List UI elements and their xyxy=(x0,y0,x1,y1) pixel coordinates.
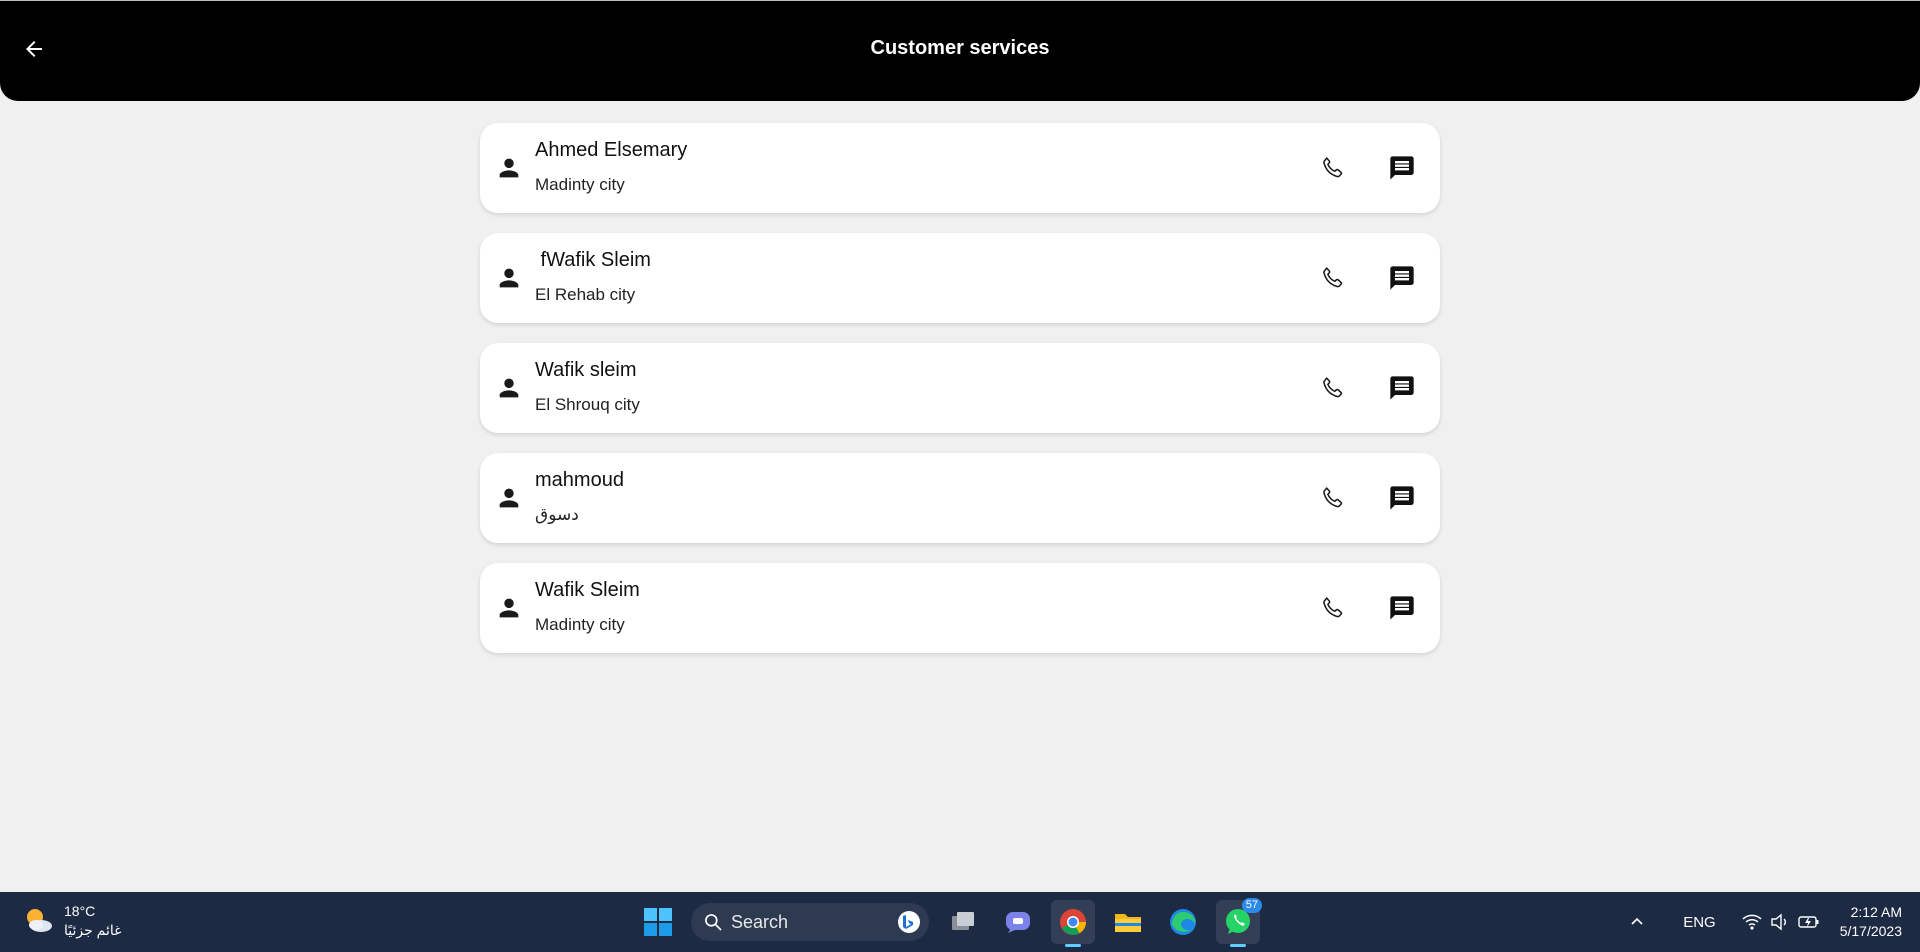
person-icon xyxy=(499,158,519,178)
chrome-icon xyxy=(1060,909,1087,935)
search-label: Search xyxy=(731,911,789,932)
call-button[interactable] xyxy=(1315,590,1351,626)
whatsapp-app[interactable]: 57 xyxy=(1216,898,1262,947)
clock-time: 2:12 AM xyxy=(1850,904,1902,920)
weather-widget[interactable]: 18°C غائم جزئيًا xyxy=(22,902,121,940)
customer-city: El Rehab city xyxy=(535,285,636,304)
customer-card: Wafik sleim El Shrouq city xyxy=(480,343,1440,433)
customer-name: Wafik Sleim xyxy=(535,579,640,601)
windows-taskbar: 18°C غائم جزئيًا Search 57 ENG 2:12 AM 5… xyxy=(0,892,1920,952)
customer-city: دسوق xyxy=(535,505,579,524)
file-explorer-app[interactable] xyxy=(1106,900,1150,944)
phone-icon xyxy=(1323,487,1343,508)
message-button[interactable] xyxy=(1384,480,1420,516)
show-hidden-icons-button[interactable] xyxy=(1629,914,1645,930)
message-icon xyxy=(1390,266,1414,290)
weather-desc: غائم جزئيًا xyxy=(64,922,122,938)
bing-icon[interactable] xyxy=(897,910,921,934)
system-tray: ENG 2:12 AM 5/17/2023 xyxy=(1629,892,1920,952)
phone-icon xyxy=(1323,267,1343,288)
teams-chat-button[interactable] xyxy=(996,900,1040,944)
page-title: Customer services xyxy=(870,37,1050,59)
app-window: Customer services Ahmed Elsemary Madinty… xyxy=(0,0,1920,892)
phone-icon xyxy=(1323,597,1343,618)
folder-icon xyxy=(1115,914,1141,932)
phone-icon xyxy=(1323,157,1343,178)
message-button[interactable] xyxy=(1384,370,1420,406)
taskbar-search[interactable]: Search xyxy=(691,903,929,941)
battery-charging-icon xyxy=(1798,916,1819,928)
message-button[interactable] xyxy=(1384,150,1420,186)
network-volume-battery-button[interactable] xyxy=(1742,913,1820,931)
person-icon xyxy=(499,488,519,508)
chrome-app[interactable] xyxy=(1051,900,1095,947)
person-icon xyxy=(499,598,519,618)
wifi-icon xyxy=(1742,914,1762,930)
customer-city: Madinty city xyxy=(535,175,625,194)
customer-card: Ahmed Elsemary Madinty city xyxy=(480,123,1440,213)
message-icon xyxy=(1390,376,1414,400)
message-icon xyxy=(1390,156,1414,180)
weather-temp: 18°C xyxy=(64,903,96,919)
task-view-button[interactable] xyxy=(941,900,985,944)
notification-badge: 57 xyxy=(1241,898,1262,913)
clock[interactable]: 2:12 AM 5/17/2023 xyxy=(1840,903,1902,941)
customer-city: Madinty city xyxy=(535,615,625,634)
call-button[interactable] xyxy=(1315,370,1351,406)
customer-list: Ahmed Elsemary Madinty city fWafik Sleim… xyxy=(480,123,1440,673)
customer-card: fWafik Sleim El Rehab city xyxy=(480,233,1440,323)
search-icon xyxy=(705,914,722,931)
chevron-up-icon xyxy=(1631,917,1643,925)
volume-icon xyxy=(1771,913,1786,931)
person-icon xyxy=(499,268,519,288)
message-button[interactable] xyxy=(1384,590,1420,626)
customer-name: fWafik Sleim xyxy=(535,249,651,271)
person-icon xyxy=(499,378,519,398)
clock-date: 5/17/2023 xyxy=(1839,923,1902,939)
phone-icon xyxy=(1323,377,1343,398)
taskbar-apps: Search 57 xyxy=(636,898,1271,947)
app-bar: Customer services xyxy=(0,0,1920,101)
edge-icon xyxy=(1170,909,1196,935)
message-button[interactable] xyxy=(1384,260,1420,296)
customer-name: Ahmed Elsemary xyxy=(535,139,688,161)
task-view-icon xyxy=(952,912,974,930)
call-button[interactable] xyxy=(1315,480,1351,516)
language-indicator[interactable]: ENG xyxy=(1683,914,1716,931)
message-icon xyxy=(1390,486,1414,510)
edge-app[interactable] xyxy=(1161,900,1205,944)
customer-card: mahmoud دسوق xyxy=(480,453,1440,543)
partly-cloudy-icon xyxy=(27,909,52,932)
chat-icon xyxy=(1006,912,1030,933)
start-button[interactable] xyxy=(636,900,680,944)
call-button[interactable] xyxy=(1315,150,1351,186)
windows-logo-icon xyxy=(644,908,672,936)
customer-name: mahmoud xyxy=(535,469,624,491)
customer-city: El Shrouq city xyxy=(535,395,640,414)
call-button[interactable] xyxy=(1315,260,1351,296)
message-icon xyxy=(1390,596,1414,620)
customer-card: Wafik Sleim Madinty city xyxy=(480,563,1440,653)
customer-name: Wafik sleim xyxy=(535,359,637,381)
